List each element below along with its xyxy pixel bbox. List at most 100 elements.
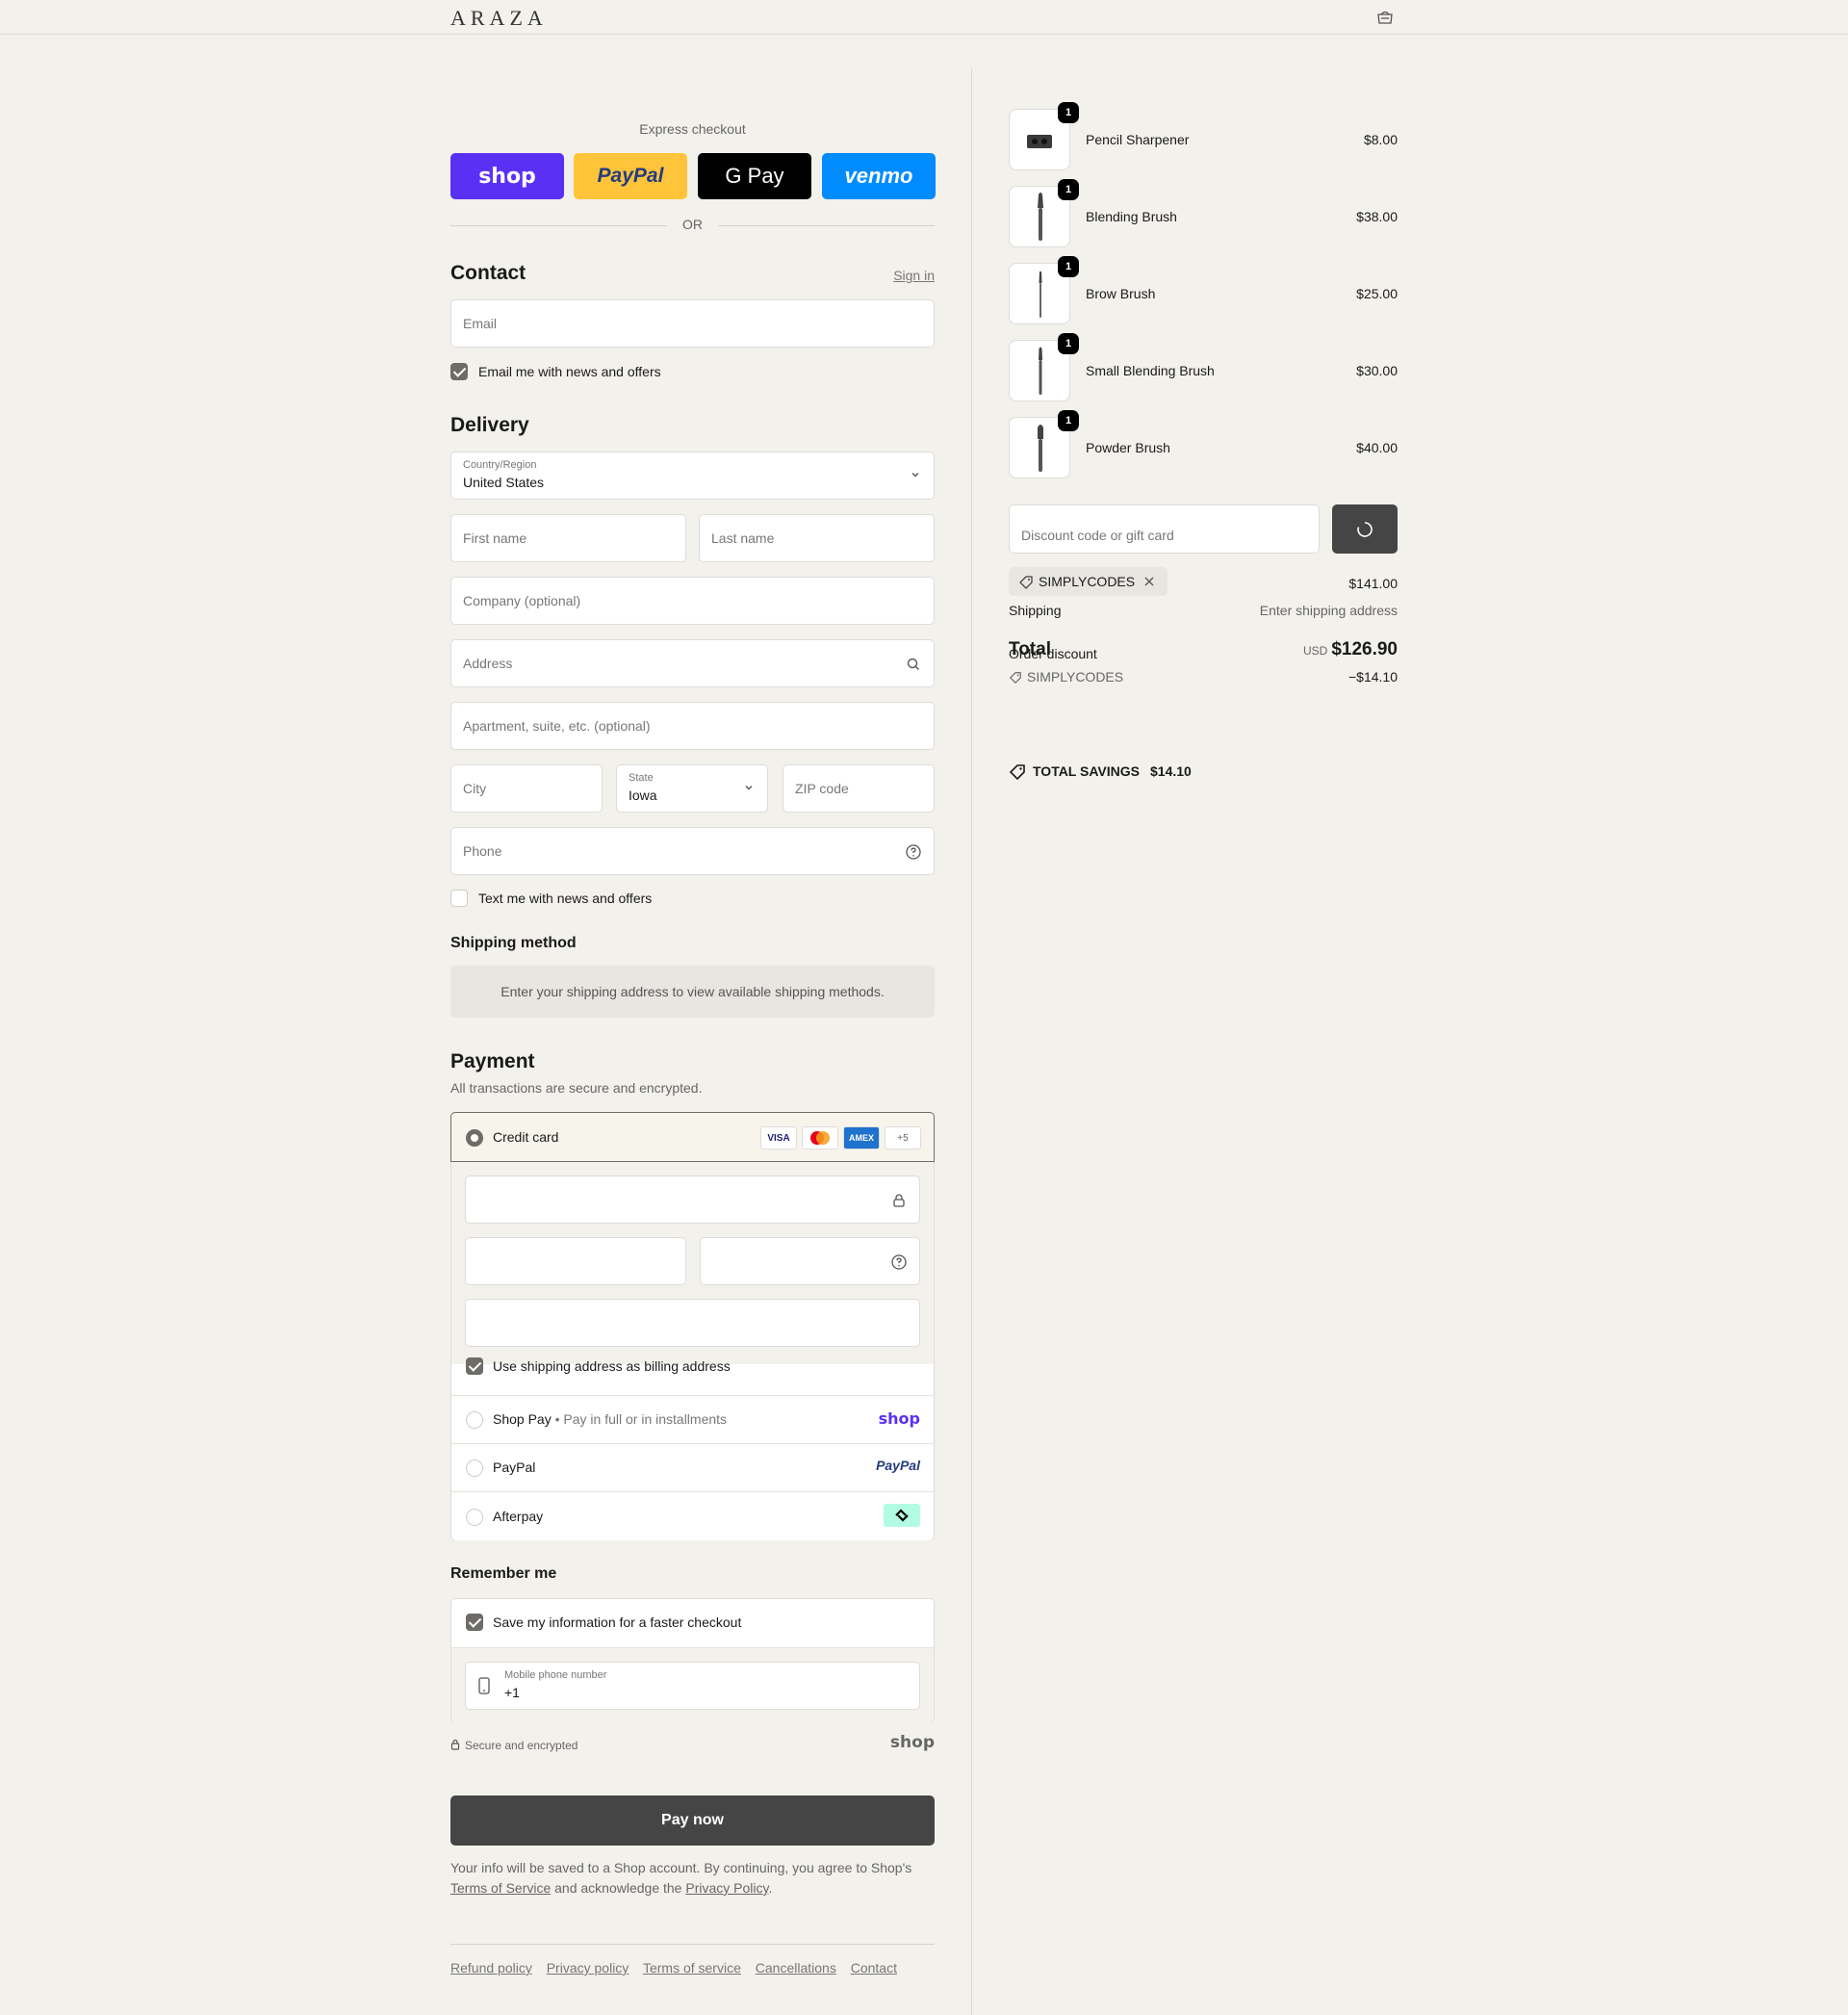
google-pay-button[interactable]: G Pay xyxy=(698,153,811,199)
mobile-phone-value: +1 xyxy=(504,1685,520,1700)
zip-placeholder: ZIP code xyxy=(795,781,849,796)
security-code-field[interactable] xyxy=(700,1237,920,1285)
apply-discount-button[interactable] xyxy=(1332,504,1398,554)
total-label: Total xyxy=(1009,639,1051,659)
shipping-label: Shipping xyxy=(1009,603,1062,618)
savings-tag-icon xyxy=(1009,764,1025,781)
paypal-button[interactable]: PayPal xyxy=(574,153,687,199)
payment-methods: Credit card VISA AMEX +5 Use shipping ad… xyxy=(450,1112,935,1540)
payment-heading: Payment xyxy=(450,1050,535,1072)
discount-code-placeholder: Discount code or gift card xyxy=(1021,528,1174,543)
footer-terms-of-service[interactable]: Terms of service xyxy=(643,1960,741,1976)
shop-logo: shop xyxy=(889,1733,935,1752)
amex-icon: AMEX xyxy=(843,1126,880,1150)
paypal-logo: PayPal xyxy=(876,1458,920,1473)
applied-discount-tag: SIMPLYCODES xyxy=(1009,567,1168,596)
email-field[interactable]: Email xyxy=(450,299,935,348)
pay-now-button[interactable]: Pay now xyxy=(450,1795,935,1846)
zip-field[interactable]: ZIP code xyxy=(783,764,935,813)
mobile-phone-icon xyxy=(478,1677,490,1694)
last-name-field[interactable]: Last name xyxy=(699,514,935,562)
name-on-card-field[interactable] xyxy=(465,1299,920,1347)
footer-divider xyxy=(450,1944,935,1945)
cart-item: 1 Pencil Sharpener $8.00 xyxy=(1009,102,1398,170)
discount-code-field[interactable]: Discount code or gift card xyxy=(1009,504,1320,554)
afterpay-radio[interactable] xyxy=(466,1509,483,1526)
or-divider: OR xyxy=(450,217,935,234)
venmo-button[interactable]: venmo xyxy=(822,153,936,199)
country-select[interactable]: Country/Region United States xyxy=(450,452,935,500)
quantity-badge: 1 xyxy=(1058,410,1079,431)
city-placeholder: City xyxy=(463,781,487,796)
expiration-field[interactable] xyxy=(465,1237,686,1285)
legal-text-2: and acknowledge the xyxy=(554,1880,682,1896)
shop-pay-option[interactable]: Shop Pay • Pay in full or in installment… xyxy=(451,1395,934,1443)
address-field[interactable]: Address xyxy=(450,639,935,687)
credit-card-option[interactable]: Credit card VISA AMEX +5 xyxy=(450,1112,935,1162)
currency-code: USD xyxy=(1302,644,1328,658)
help-icon[interactable] xyxy=(890,1253,908,1271)
text-news-checkbox[interactable] xyxy=(450,890,468,907)
legal-text-1: Your info will be saved to a Shop accoun… xyxy=(450,1860,912,1875)
chevron-down-icon xyxy=(911,473,919,478)
shop-pay-label: Shop Pay • Pay in full or in installment… xyxy=(493,1411,728,1427)
product-image: 1 xyxy=(1009,333,1079,401)
apartment-field[interactable]: Apartment, suite, etc. (optional) xyxy=(450,702,935,750)
card-number-field[interactable] xyxy=(465,1175,920,1224)
shop-pay-button[interactable]: shop xyxy=(450,153,564,199)
paypal-radio[interactable] xyxy=(466,1460,483,1477)
state-select[interactable]: State Iowa xyxy=(616,764,768,813)
first-name-field[interactable]: First name xyxy=(450,514,686,562)
payment-subtitle: All transactions are secure and encrypte… xyxy=(450,1080,703,1096)
footer-contact[interactable]: Contact xyxy=(851,1960,897,1976)
afterpay-icon xyxy=(884,1504,920,1527)
shop-pay-radio[interactable] xyxy=(466,1411,483,1429)
sign-in-link[interactable]: Sign in xyxy=(893,268,935,283)
email-news-label: Email me with news and offers xyxy=(478,364,661,379)
billing-address-label: Use shipping address as billing address xyxy=(493,1358,731,1374)
lock-icon xyxy=(450,1739,460,1750)
afterpay-label: Afterpay xyxy=(493,1509,544,1524)
save-info-checkbox[interactable] xyxy=(466,1614,483,1631)
spinner-icon xyxy=(1357,522,1373,537)
company-field[interactable]: Company (optional) xyxy=(450,577,935,625)
discount-code-name: SIMPLYCODES xyxy=(1027,669,1124,685)
remember-me-details: Mobile phone number +1 xyxy=(451,1647,934,1723)
cart-item: 1 Brow Brush $25.00 xyxy=(1009,256,1398,324)
item-price: $38.00 xyxy=(1356,209,1398,224)
city-field[interactable]: City xyxy=(450,764,603,813)
credit-card-radio[interactable] xyxy=(466,1129,483,1147)
help-icon[interactable] xyxy=(905,843,922,861)
shop-pay-sub: Pay in full or in installments xyxy=(563,1411,728,1427)
footer-cancellations[interactable]: Cancellations xyxy=(756,1960,836,1976)
or-text: OR xyxy=(682,217,703,232)
quantity-badge: 1 xyxy=(1058,256,1079,277)
terms-of-service-link[interactable]: Terms of Service xyxy=(450,1880,551,1896)
cart-item: 1 Blending Brush $38.00 xyxy=(1009,179,1398,247)
mobile-phone-label: Mobile phone number xyxy=(504,1669,607,1681)
footer-refund-policy[interactable]: Refund policy xyxy=(450,1960,532,1976)
footer-links: Refund policy Privacy policy Terms of se… xyxy=(450,1960,908,1976)
product-image: 1 xyxy=(1009,256,1079,324)
item-name: Small Blending Brush xyxy=(1086,363,1215,378)
store-logo[interactable]: ARAZA xyxy=(450,6,548,31)
item-name: Pencil Sharpener xyxy=(1086,132,1190,147)
afterpay-option[interactable]: Afterpay xyxy=(451,1491,934,1540)
company-placeholder: Company (optional) xyxy=(463,593,581,608)
cart-item: 1 Small Blending Brush $30.00 xyxy=(1009,333,1398,401)
phone-field[interactable]: Phone xyxy=(450,827,935,875)
privacy-policy-link[interactable]: Privacy Policy xyxy=(685,1880,768,1896)
last-name-placeholder: Last name xyxy=(711,530,775,546)
paypal-option[interactable]: PayPal PayPal xyxy=(451,1443,934,1491)
email-news-checkbox[interactable] xyxy=(450,363,468,380)
billing-address-checkbox[interactable] xyxy=(466,1357,483,1375)
close-icon[interactable] xyxy=(1143,576,1155,587)
paypal-label: PayPal xyxy=(493,1460,536,1475)
shop-pay-name: Shop Pay xyxy=(493,1411,552,1427)
cart-icon[interactable] xyxy=(1375,10,1395,25)
visa-icon: VISA xyxy=(760,1126,797,1150)
subtotal-value: $141.00 xyxy=(1348,576,1398,591)
mobile-phone-field[interactable]: Mobile phone number +1 xyxy=(465,1662,920,1710)
cart-item: 1 Powder Brush $40.00 xyxy=(1009,410,1398,478)
footer-privacy-policy[interactable]: Privacy policy xyxy=(547,1960,629,1976)
